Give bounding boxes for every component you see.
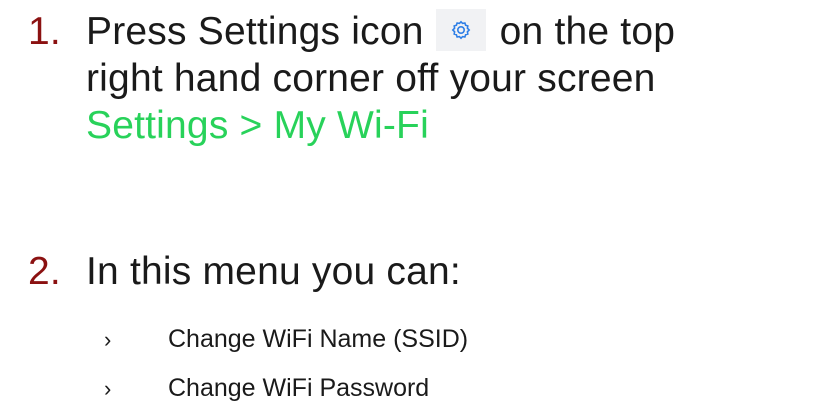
instruction-slide: 1. Press Settings icon on the top right h… — [0, 0, 823, 416]
chevron-right-icon: › — [104, 376, 112, 401]
list-item: › Change WiFi Password — [104, 364, 468, 413]
step-1-number: 1. — [28, 10, 61, 53]
chevron-right-icon: › — [104, 327, 112, 352]
step-2-text: In this menu you can: — [86, 250, 461, 293]
step-1-text-before-icon: Press Settings icon — [86, 10, 424, 53]
step-2-number: 2. — [28, 250, 61, 293]
step-1: 1. Press Settings icon on the top right h… — [28, 8, 675, 149]
step-2: 2. In this menu you can: — [28, 248, 461, 295]
bullet-label-change-wifi-name: Change WiFi Name (SSID) — [168, 325, 469, 353]
settings-path: Settings > My Wi-Fi — [86, 104, 429, 147]
list-item: › Change WiFi Name (SSID) — [104, 315, 468, 364]
step-1-line-1: 1. Press Settings icon on the top — [28, 8, 675, 55]
gear-icon — [435, 9, 486, 51]
bullet-label-change-wifi-password: Change WiFi Password — [168, 374, 430, 402]
gear-icon-svg — [451, 20, 470, 40]
step-2-line: 2. In this menu you can: — [28, 248, 461, 295]
step-1-text-after-icon: on the top — [499, 10, 676, 53]
step-2-bullet-list: › Change WiFi Name (SSID) › Change WiFi Pa… — [104, 315, 468, 413]
step-1-line-2: right hand corner off your screen — [86, 57, 656, 100]
